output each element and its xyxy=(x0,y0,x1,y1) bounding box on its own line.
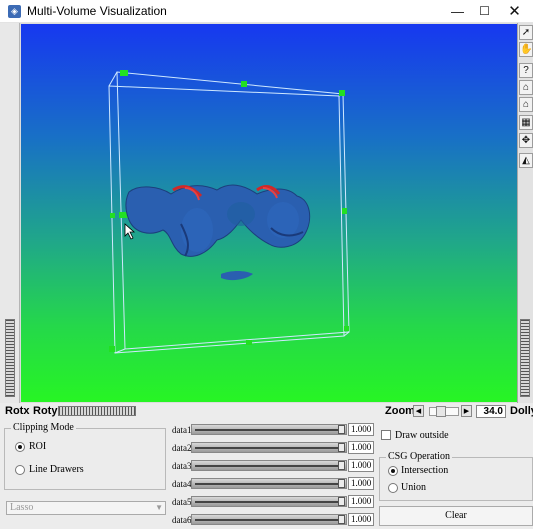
intersection-label: Intersection xyxy=(401,465,449,476)
left-decoration-bar xyxy=(0,23,20,403)
intersection-radio[interactable] xyxy=(388,466,398,476)
zoom-decrease-button[interactable]: ◀ xyxy=(413,405,424,417)
draw-outside-label: Draw outside xyxy=(395,430,449,441)
viewer-toolbar: ➚ ✋ ? ⌂ ⌂ ▦ ✥ ◭ xyxy=(517,23,533,403)
question-icon[interactable]: ? xyxy=(519,63,533,78)
viewer-bottom-bar: Rotx Roty Zoom ◀ ▶ 34.0 Dolly xyxy=(0,403,533,420)
volume-scene xyxy=(108,70,350,354)
data2-slider[interactable] xyxy=(191,442,347,453)
data6-slider[interactable] xyxy=(191,514,347,525)
title-bar: ◈ Multi-Volume Visualization — ☐ ✕ xyxy=(0,0,533,23)
clipping-mode-title: Clipping Mode xyxy=(11,422,76,433)
dolly-thumbwheel[interactable] xyxy=(520,319,530,397)
roty-label: Roty xyxy=(33,405,58,417)
data6-label: data6 xyxy=(172,515,192,525)
roi-radio[interactable] xyxy=(15,442,25,452)
roty-thumbwheel[interactable] xyxy=(58,406,136,416)
data3-slider[interactable] xyxy=(191,460,347,471)
data4-value[interactable]: 1.000 xyxy=(348,477,374,490)
data5-label: data5 xyxy=(172,497,192,507)
data5-slider[interactable] xyxy=(191,496,347,507)
data3-value[interactable]: 1.000 xyxy=(348,459,374,472)
line-drawers-label: Line Drawers xyxy=(29,464,84,475)
draw-outside-checkbox[interactable] xyxy=(381,430,391,440)
view-all-icon[interactable]: ▦ xyxy=(519,115,533,130)
slider-knob[interactable] xyxy=(338,515,345,524)
line-drawers-radio[interactable] xyxy=(15,465,25,475)
union-label: Union xyxy=(401,482,426,493)
data2-label: data2 xyxy=(172,443,192,453)
zoom-increase-button[interactable]: ▶ xyxy=(461,405,472,417)
data3-label: data3 xyxy=(172,461,192,471)
rotx-thumbwheel[interactable] xyxy=(5,319,15,397)
clipping-tool-select[interactable]: Lasso ▼ xyxy=(6,501,166,515)
app-icon: ◈ xyxy=(8,5,21,18)
union-radio[interactable] xyxy=(388,483,398,493)
clipping-mode-group: Clipping Mode ROI Line Drawers xyxy=(4,422,166,490)
zoom-slider-knob[interactable] xyxy=(436,406,446,417)
window-title: Multi-Volume Visualization xyxy=(27,4,167,18)
data6-value[interactable]: 1.000 xyxy=(348,513,374,526)
data1-label: data1 xyxy=(172,425,192,435)
home-icon[interactable]: ⌂ xyxy=(519,80,533,95)
volume-render xyxy=(125,184,311,281)
data4-label: data4 xyxy=(172,479,192,489)
zoom-label: Zoom xyxy=(385,405,415,417)
rotx-label: Rotx xyxy=(5,405,30,417)
data5-value[interactable]: 1.000 xyxy=(348,495,374,508)
chevron-down-icon: ▼ xyxy=(155,503,163,512)
close-button[interactable]: ✕ xyxy=(497,0,532,23)
control-panel: Clipping Mode ROI Line Drawers Lasso ▼ d… xyxy=(0,420,533,529)
slider-knob[interactable] xyxy=(338,497,345,506)
slider-knob[interactable] xyxy=(338,443,345,452)
roi-label: ROI xyxy=(29,441,47,452)
zoom-value-field[interactable]: 34.0 xyxy=(476,405,506,418)
data4-slider[interactable] xyxy=(191,478,347,489)
slider-knob[interactable] xyxy=(338,425,345,434)
clipping-tool-value: Lasso xyxy=(10,502,34,513)
3d-viewport[interactable] xyxy=(21,24,517,402)
slider-knob[interactable] xyxy=(338,479,345,488)
csg-operation-title: CSG Operation xyxy=(386,451,452,462)
data1-value[interactable]: 1.000 xyxy=(348,423,374,436)
slider-knob[interactable] xyxy=(338,461,345,470)
data1-slider[interactable] xyxy=(191,424,347,435)
zoom-slider[interactable] xyxy=(429,406,459,417)
data2-value[interactable]: 1.000 xyxy=(348,441,374,454)
clear-button[interactable]: Clear xyxy=(379,506,533,526)
csg-operation-group: CSG Operation Intersection Union xyxy=(379,451,533,501)
hand-icon[interactable]: ✋ xyxy=(519,42,533,57)
dolly-label: Dolly xyxy=(510,405,533,417)
seek-icon[interactable]: ✥ xyxy=(519,133,533,148)
perspective-icon[interactable]: ◭ xyxy=(519,153,533,168)
set-home-icon[interactable]: ⌂ xyxy=(519,97,533,112)
arrow-pointer-icon[interactable]: ➚ xyxy=(519,25,533,40)
